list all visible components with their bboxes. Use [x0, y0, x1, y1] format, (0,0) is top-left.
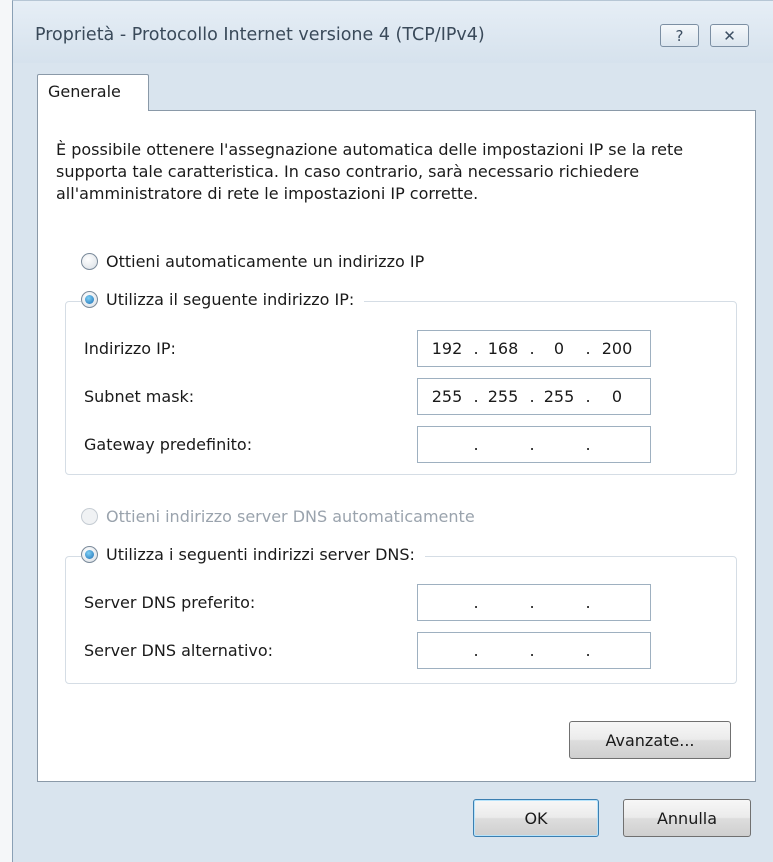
radio-ip-auto[interactable]	[81, 253, 98, 270]
ip-dot: .	[473, 593, 479, 612]
ip-octet: 255	[431, 387, 463, 406]
ip-octet: 255	[543, 387, 575, 406]
radio-dns-manual-row[interactable]: Utilizza i seguenti indirizzi server DNS…	[81, 545, 425, 564]
radio-ip-manual-row[interactable]: Utilizza il seguente indirizzo IP:	[81, 290, 365, 309]
close-button[interactable]: ✕	[710, 24, 749, 47]
ip-settings-group: Indirizzo IP: 192 . 168 . 0 . 200 Subnet…	[65, 301, 737, 475]
tab-generale[interactable]: Generale	[37, 74, 149, 111]
ip-octet	[424, 585, 470, 620]
ip-octet: 0	[611, 387, 623, 406]
radio-dns-manual[interactable]	[81, 546, 98, 563]
ip-octet	[592, 427, 642, 462]
ip-dot: .	[529, 339, 535, 358]
title-bar[interactable]: Proprietà - Protocollo Internet versione…	[13, 1, 773, 63]
general-panel: È possibile ottenere l'assegnazione auto…	[37, 110, 756, 782]
ok-button[interactable]: OK	[473, 799, 599, 837]
ip-octet: 0	[553, 339, 565, 358]
ip-octet	[480, 427, 526, 462]
ip-dot: .	[473, 435, 479, 454]
gateway-field[interactable]: . . .	[417, 426, 651, 463]
ip-octet	[480, 585, 526, 620]
ip-dot: .	[529, 435, 535, 454]
ip-dot: .	[585, 593, 591, 612]
gateway-label: Gateway predefinito:	[84, 435, 253, 454]
ip-dot: .	[585, 339, 591, 358]
tab-label: Generale	[48, 82, 121, 101]
ip-octet	[536, 585, 582, 620]
subnet-mask-label: Subnet mask:	[84, 387, 195, 406]
ip-dot: .	[585, 641, 591, 660]
intro-text: È possibile ottenere l'assegnazione auto…	[56, 140, 684, 203]
help-button[interactable]: ?	[660, 24, 699, 47]
preferred-dns-label: Server DNS preferito:	[84, 593, 256, 612]
ip-octet: 168	[487, 339, 519, 358]
ip-dot: .	[585, 435, 591, 454]
ip-octet	[592, 585, 642, 620]
ip-octet: 255	[487, 387, 519, 406]
dialog-window: Proprietà - Protocollo Internet versione…	[12, 0, 773, 862]
cancel-button[interactable]: Annulla	[623, 799, 751, 837]
ip-octet	[480, 633, 526, 668]
ip-address-field[interactable]: 192 . 168 . 0 . 200	[417, 330, 651, 367]
alternate-dns-label: Server DNS alternativo:	[84, 641, 274, 660]
ip-octet	[424, 427, 470, 462]
ip-dot: .	[473, 641, 479, 660]
ip-dot: .	[529, 387, 535, 406]
ip-dot: .	[529, 641, 535, 660]
ip-address-label: Indirizzo IP:	[84, 339, 176, 358]
ip-octet	[536, 427, 582, 462]
ip-dot: .	[529, 593, 535, 612]
ip-octet	[592, 633, 642, 668]
radio-ip-manual-label: Utilizza il seguente indirizzo IP:	[106, 290, 355, 309]
radio-ip-auto-label: Ottieni automaticamente un indirizzo IP	[106, 252, 425, 271]
ip-dot: .	[585, 387, 591, 406]
ip-dot: .	[473, 387, 479, 406]
dns-settings-group: Server DNS preferito: . . . Server DNS a…	[65, 556, 737, 684]
ip-octet: 192	[431, 339, 463, 358]
ip-dot: .	[473, 339, 479, 358]
radio-dns-manual-label: Utilizza i seguenti indirizzi server DNS…	[106, 545, 415, 564]
preferred-dns-field[interactable]: . . .	[417, 584, 651, 621]
radio-dns-auto[interactable]	[81, 508, 98, 525]
advanced-button[interactable]: Avanzate...	[569, 721, 731, 759]
help-icon: ?	[675, 26, 684, 45]
radio-ip-manual[interactable]	[81, 291, 98, 308]
radio-dns-auto-label: Ottieni indirizzo server DNS automaticam…	[106, 507, 475, 526]
window-title: Proprietà - Protocollo Internet versione…	[35, 25, 485, 45]
ip-octet	[536, 633, 582, 668]
subnet-mask-field[interactable]: 255 . 255 . 255 . 0	[417, 378, 651, 415]
ip-octet: 200	[601, 339, 633, 358]
alternate-dns-field[interactable]: . . .	[417, 632, 651, 669]
radio-dns-auto-row[interactable]: Ottieni indirizzo server DNS automaticam…	[81, 507, 475, 526]
close-icon: ✕	[723, 26, 736, 45]
radio-ip-auto-row[interactable]: Ottieni automaticamente un indirizzo IP	[81, 252, 424, 271]
ip-octet	[424, 633, 470, 668]
